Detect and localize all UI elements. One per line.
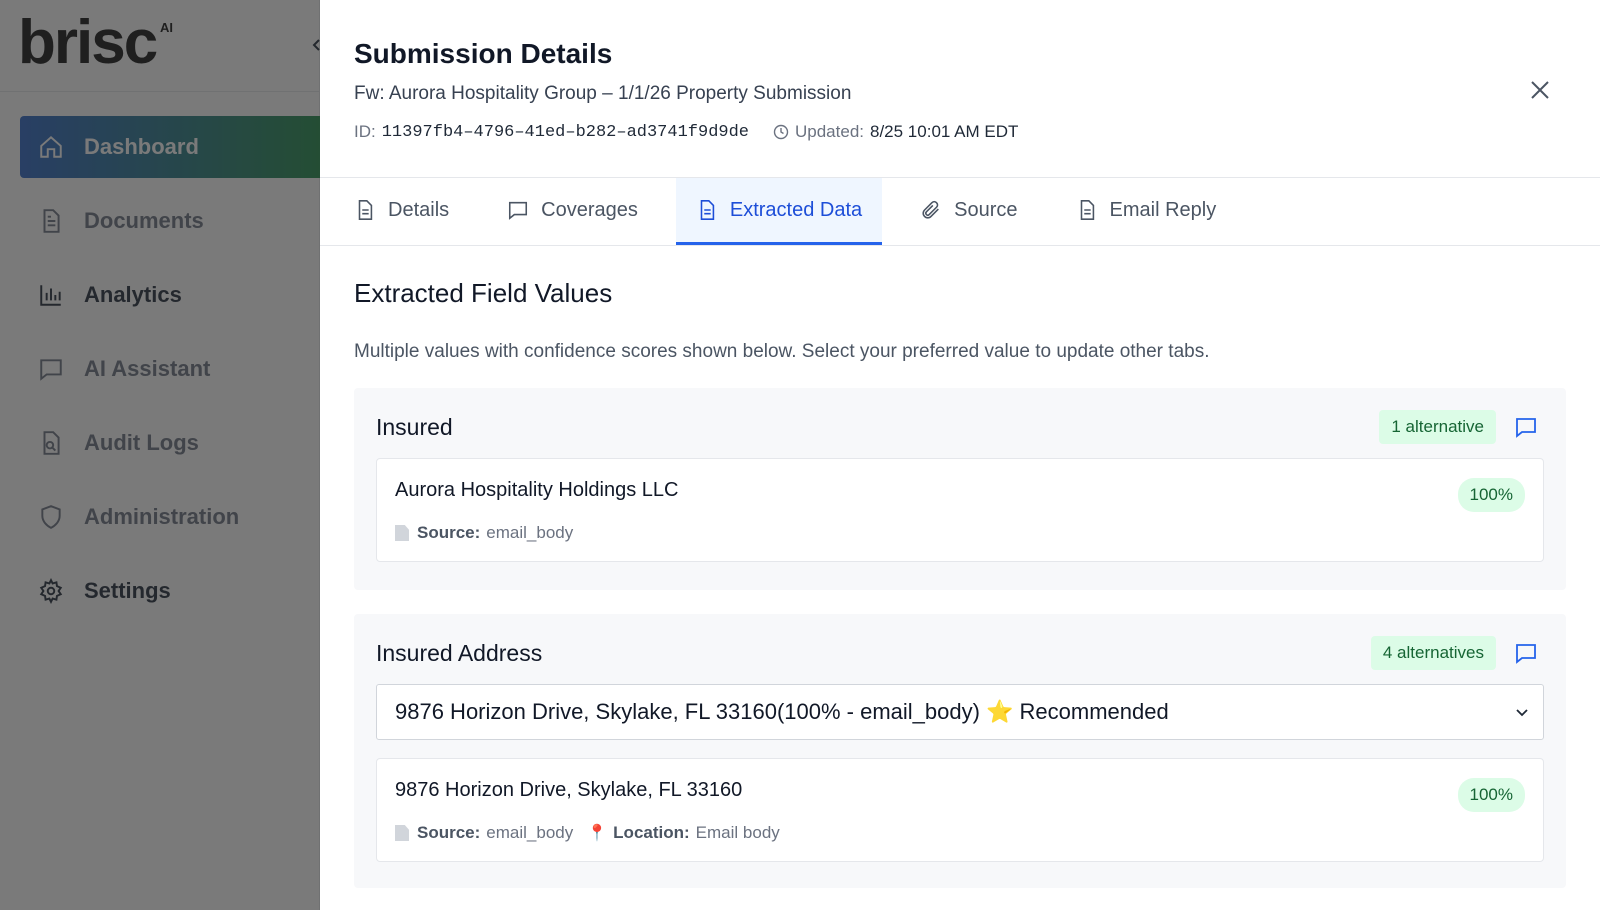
extracted-value-option[interactable]: Aurora Hospitality Holdings LLC 100% Sou… (376, 458, 1544, 562)
sidebar-item-dashboard[interactable]: Dashboard (20, 116, 320, 178)
extracted-value: 9876 Horizon Drive, Skylake, FL 33160 (395, 779, 743, 801)
source-value: email_body (486, 823, 574, 842)
submission-meta: ID: 11397fb4–4796–41ed–b282–ad3741f9d9de… (354, 122, 1018, 142)
sidebar-nav: Dashboard Documents Analytics AI Assista… (20, 116, 320, 634)
extracted-value-option[interactable]: 9876 Horizon Drive, Skylake, FL 33160 10… (376, 758, 1544, 862)
sidebar-item-label: Documents (84, 208, 204, 233)
field-actions: 1 alternative (1379, 410, 1544, 444)
submission-subject: Fw: Aurora Hospitality Group – 1/1/26 Pr… (354, 83, 852, 104)
modal-title: Submission Details (354, 38, 613, 69)
sidebar-item-label: Dashboard (84, 134, 199, 159)
sidebar-item-audit-logs[interactable]: Audit Logs (20, 412, 320, 474)
document-icon (1080, 200, 1094, 220)
logo-ai-suffix: AI (160, 20, 173, 35)
source-label: Source: (417, 523, 481, 542)
extracted-data-panel: Extracted Field Values Multiple values w… (320, 246, 1600, 888)
tab-label: Email Reply (1109, 198, 1217, 221)
tab-label: Coverages (541, 198, 638, 221)
bar-chart-icon (40, 285, 61, 306)
updated-timestamp: 8/25 10:01 AM EDT (870, 122, 1019, 141)
sidebar-item-label: Audit Logs (84, 430, 199, 455)
document-icon (43, 209, 60, 233)
tab-label: Extracted Data (729, 198, 863, 221)
field-name: Insured Address (376, 639, 543, 666)
alternatives-badge[interactable]: 4 alternatives (1370, 636, 1496, 670)
updated-label: Updated: (795, 122, 864, 141)
tab-coverages[interactable]: Coverages (487, 178, 658, 245)
submission-id: 11397fb4–4796–41ed–b282–ad3741f9d9de (381, 122, 749, 142)
section-description: Multiple values with confidence scores s… (354, 341, 1210, 362)
map-pin-icon: 📍 (587, 825, 608, 842)
sidebar-item-label: AI Assistant (84, 356, 211, 381)
field-card-insured: Insured 1 alternative Aurora Hospitality… (354, 388, 1566, 590)
tab-bar: Details Coverages Extracted Data Source … (320, 178, 1600, 246)
source-info: Source: email_body 📍 Location: Email bod… (395, 823, 780, 843)
id-label: ID: (354, 122, 376, 141)
brisc-logo[interactable]: brisc (18, 12, 158, 74)
sidebar-item-ai-assistant[interactable]: AI Assistant (20, 338, 320, 400)
field-header: Insured 1 alternative (376, 410, 1544, 444)
page-icon (395, 825, 409, 841)
page-icon (395, 525, 409, 541)
comment-icon[interactable] (1514, 415, 1538, 439)
selected-option: 9876 Horizon Drive, Skylake, FL 33160(10… (395, 699, 1169, 724)
gear-icon (39, 578, 63, 604)
chat-icon (509, 201, 528, 220)
modal-header: Submission Details Fw: Aurora Hospitalit… (320, 0, 1600, 178)
sidebar-item-settings[interactable]: Settings (20, 560, 320, 622)
tab-label: Source (954, 198, 1018, 221)
source-info: Source: email_body (395, 523, 573, 543)
alternatives-badge[interactable]: 1 alternative (1379, 410, 1496, 444)
confidence-badge: 100% (1457, 778, 1525, 812)
document-icon (358, 200, 373, 220)
paperclip-icon (922, 200, 940, 219)
shield-icon (41, 505, 61, 529)
extracted-value: Aurora Hospitality Holdings LLC (395, 479, 679, 501)
logo-area: brisc AI (0, 0, 320, 92)
sidebar-item-label: Administration (84, 504, 240, 529)
confidence-badge: 100% (1457, 478, 1525, 512)
value-select-dropdown[interactable]: 9876 Horizon Drive, Skylake, FL 33160(10… (376, 684, 1544, 740)
tab-email-reply[interactable]: Email Reply (1056, 178, 1237, 245)
tab-extracted-data[interactable]: Extracted Data (675, 178, 883, 245)
home-icon (40, 135, 62, 158)
clock-icon (773, 124, 789, 140)
file-search-icon (43, 431, 60, 455)
sidebar-item-analytics[interactable]: Analytics (20, 264, 320, 326)
document-icon (700, 200, 715, 220)
sidebar-item-label: Settings (84, 578, 171, 603)
sidebar-item-administration[interactable]: Administration (20, 486, 320, 548)
sidebar-item-label: Analytics (84, 282, 182, 307)
section-title: Extracted Field Values (354, 278, 613, 308)
location-value: Email body (695, 823, 780, 842)
sidebar: brisc AI Dashboard Documents Analytics A… (0, 0, 320, 910)
sidebar-item-documents[interactable]: Documents (20, 190, 320, 252)
location-label: Location: (613, 823, 690, 842)
field-name: Insured (376, 413, 453, 440)
submission-details-modal: Submission Details Fw: Aurora Hospitalit… (320, 0, 1600, 910)
tab-label: Details (388, 198, 450, 221)
chat-icon (40, 359, 62, 381)
source-label: Source: (417, 823, 481, 842)
source-value: email_body (486, 523, 574, 542)
tab-details[interactable]: Details (334, 178, 469, 245)
field-header: Insured Address 4 alternatives (376, 636, 1544, 670)
close-icon[interactable] (1528, 78, 1552, 102)
field-card-insured-address: Insured Address 4 alternatives 9876 Hori… (354, 614, 1566, 888)
field-actions: 4 alternatives (1370, 636, 1544, 670)
tab-source[interactable]: Source (900, 178, 1037, 245)
chevron-down-icon (1516, 709, 1528, 717)
comment-icon[interactable] (1514, 641, 1538, 665)
